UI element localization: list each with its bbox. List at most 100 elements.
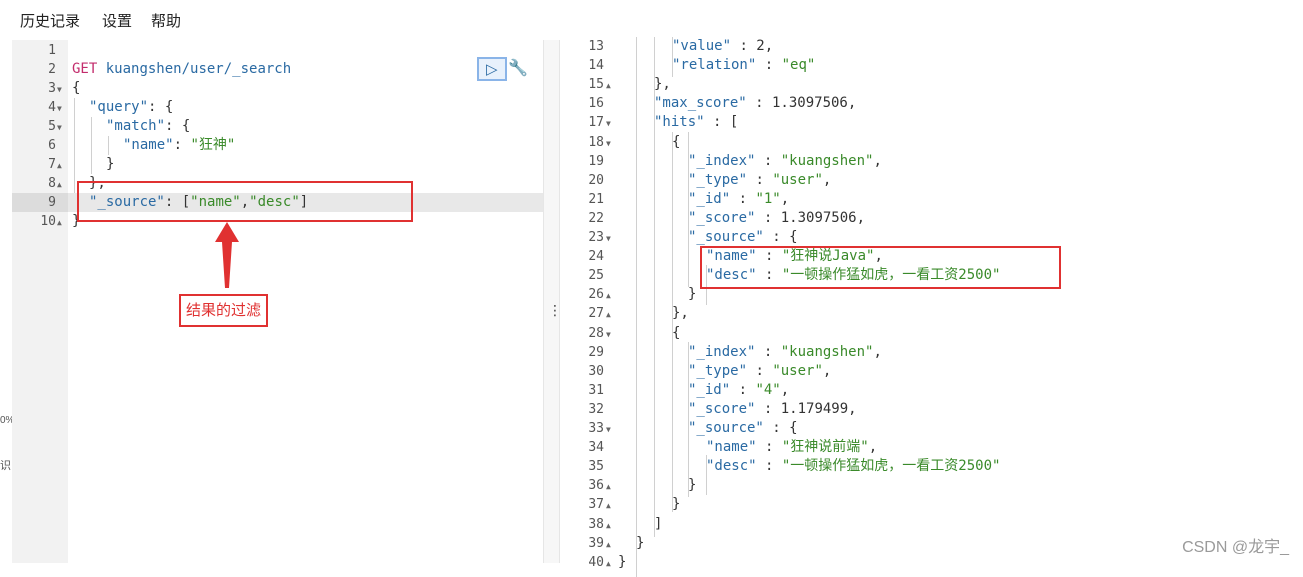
line-number: 19 [588,153,604,169]
result-line-15: }, [654,76,671,93]
watermark: CSDN @龙宇_ [1182,539,1289,556]
line-number: 5 [48,119,56,134]
json-key: "_type" [688,171,748,188]
code-line-6: "name": "狂神" [123,136,235,155]
request-editor[interactable]: 1 2 3 4 5 6 7 8 9 10 ▼ ▼ ▼ ▲ ▲ ▲ GET kua… [12,40,543,563]
json-string: "kuangshen" [780,152,874,169]
line-number: 31 [588,382,604,398]
fold-up-icon[interactable]: ▲ [606,310,611,319]
json-string: "狂神说前端" [781,439,869,456]
fold-up-icon[interactable]: ▲ [57,161,62,170]
line-number: 7 [48,157,56,172]
line-number: 14 [588,58,604,74]
indent-guide [688,342,689,497]
line-number: 1 [48,43,56,58]
menu-settings[interactable]: 设置 [102,10,132,31]
fold-up-icon[interactable]: ▲ [606,291,611,300]
code-line-3: { [72,80,81,96]
line-number: 30 [588,363,604,379]
json-key: "_id" [688,381,731,398]
result-line-31: "_id" : "4", [688,381,789,400]
play-icon: ▷ [486,61,498,78]
json-punc: : [755,343,781,360]
source-result-highlight-box [700,246,1061,289]
fold-up-icon[interactable]: ▲ [57,218,62,227]
line-number: 15 [588,77,604,93]
json-key: "match" [106,118,166,134]
json-key: "_source" [688,420,764,436]
line-number: 16 [588,96,604,112]
line-number: 24 [588,249,604,265]
fold-down-icon[interactable]: ▼ [606,425,611,434]
fold-down-icon[interactable]: ▼ [606,119,611,128]
fold-up-icon[interactable]: ▲ [606,559,611,568]
line-number: 9 [48,195,56,210]
json-value: : { [763,420,798,436]
menu-bar: 历史记录 设置 帮助 [0,0,1303,41]
fold-up-icon[interactable]: ▲ [606,540,611,549]
result-line-21: "_id" : "1", [688,190,789,209]
fold-down-icon[interactable]: ▼ [57,104,62,113]
fold-up-icon[interactable]: ▲ [606,521,611,530]
indent-guide [654,37,655,537]
fold-down-icon[interactable]: ▼ [606,139,611,148]
result-line-16: "max_score" : 1.3097506, [654,94,856,113]
line-number: 3 [48,81,56,96]
json-key: "value" [672,38,732,54]
line-number: 33 [588,421,604,436]
fold-down-icon[interactable]: ▼ [606,234,611,243]
line-number: 28 [588,325,604,341]
indent-guide [636,37,637,577]
json-punc: : [756,439,782,456]
indent-guide [706,455,707,495]
json-key: "_score" [688,209,756,226]
code-line-2: GET kuangshen/user/_search [72,60,291,79]
fold-up-icon[interactable]: ▲ [606,501,611,510]
result-line-20: "_type" : "user", [688,171,831,190]
line-number: 4 [48,100,56,115]
json-punc: , [822,171,832,188]
fold-up-icon[interactable]: ▲ [57,180,62,189]
line-number: 29 [588,344,604,360]
indent-guide [672,37,673,77]
json-punc: : { [148,99,174,115]
fold-up-icon[interactable]: ▲ [606,81,611,90]
menu-help[interactable]: 帮助 [151,10,181,31]
indent-guide [672,132,673,512]
fold-down-icon[interactable]: ▼ [57,85,62,94]
indent-guide [108,136,109,155]
fold-down-icon[interactable]: ▼ [57,123,62,132]
json-key: "_source" [688,229,764,245]
fold-up-icon[interactable]: ▲ [606,482,611,491]
json-punc: : [730,381,756,398]
line-number: 6 [48,138,56,153]
http-method: GET [72,61,98,77]
json-punc: : [173,137,191,153]
json-string: "eq" [781,57,816,74]
response-panel: 13 "value" : 2, 14 "relation" : "eq" 15 ▲}, 16… [560,37,1303,577]
json-key: "_index" [688,152,756,169]
indent-guide [91,117,92,174]
menu-history[interactable]: 历史记录 [20,10,80,31]
json-string: "user" [772,362,823,379]
panel-splitter[interactable]: ⋮ [543,40,562,563]
fold-down-icon[interactable]: ▼ [606,330,611,339]
line-number: 34 [588,440,604,456]
json-key: "hits" [654,114,705,131]
line-number: 32 [588,401,604,417]
result-line-34: "name" : "狂神说前端", [706,438,877,457]
result-line-40: } [618,553,627,570]
result-line-32: "_score" : 1.179499, [688,400,857,419]
json-key: "relation" [672,57,757,74]
json-string: "4" [755,381,781,398]
wrench-icon[interactable]: 🔧 [508,58,528,78]
result-line-36: } [688,477,697,494]
line-number: 18 [588,134,604,150]
result-line-30: "_type" : "user", [688,362,831,381]
json-value: : 1.179499, [755,400,857,417]
result-line-28: { [672,324,681,341]
run-request-button[interactable]: ▷ [477,57,507,81]
json-value: : { [763,229,798,245]
json-string: "1" [755,190,781,207]
line-number: 20 [588,172,604,188]
